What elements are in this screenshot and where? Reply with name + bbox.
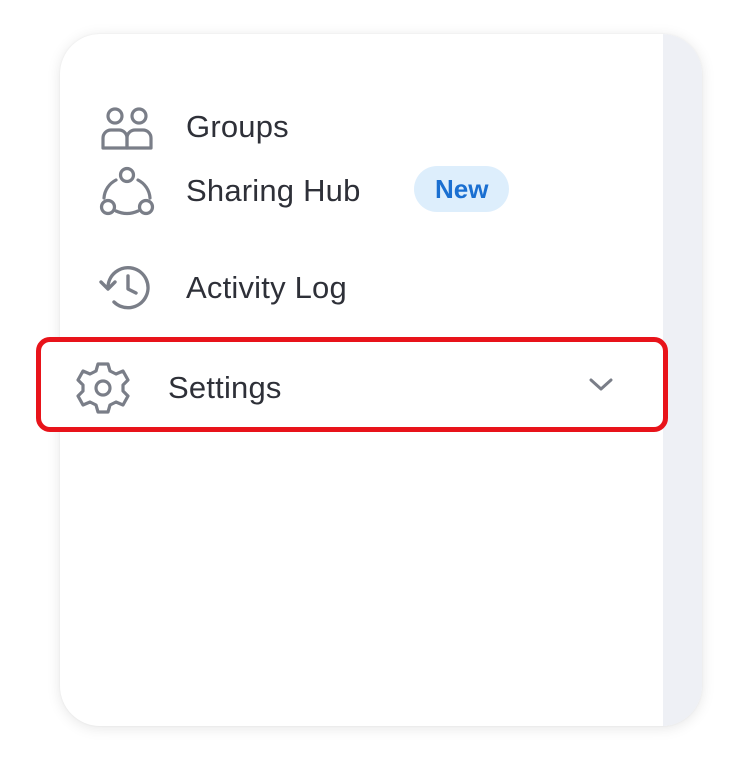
sidebar-item-settings[interactable]: Settings <box>36 337 668 432</box>
sidebar-item-label: Sharing Hub <box>186 173 361 208</box>
sidebar-item-groups[interactable]: Groups <box>60 98 663 158</box>
sharing-hub-icon <box>98 165 156 217</box>
sidebar-item-sharing-hub[interactable]: Sharing Hub New <box>60 161 663 221</box>
chevron-down-icon[interactable] <box>588 377 614 393</box>
groups-icon <box>98 104 156 152</box>
sidebar-item-label: Groups <box>186 109 289 144</box>
activity-log-icon <box>96 262 156 314</box>
main-content-edge <box>663 34 702 726</box>
gear-icon <box>74 359 132 417</box>
sidebar-item-label: Settings <box>168 370 282 405</box>
new-badge: New <box>414 166 510 212</box>
sidebar-item-label: Activity Log <box>186 270 347 305</box>
sidebar-item-activity-log[interactable]: Activity Log <box>60 258 663 318</box>
